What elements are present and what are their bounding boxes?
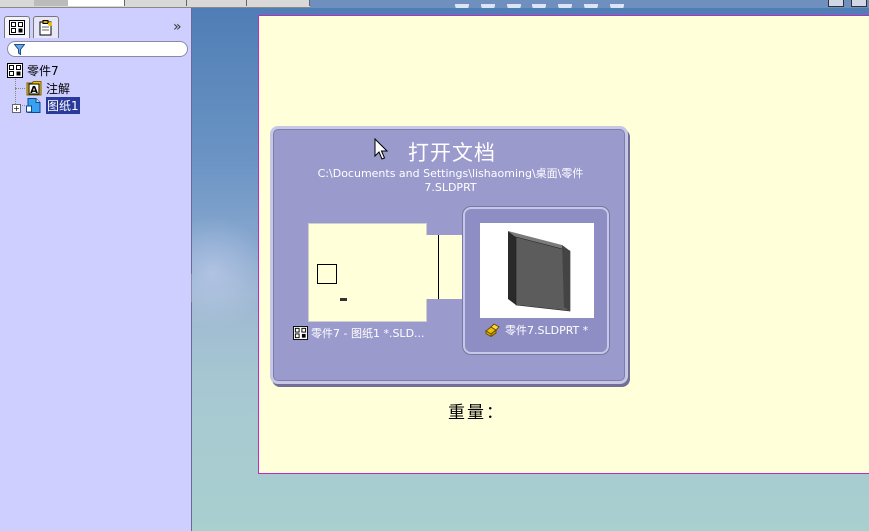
tree-item-label: 图纸1: [46, 96, 80, 114]
filter-funnel-icon: [14, 44, 25, 55]
minimize-button[interactable]: [828, 0, 844, 7]
tree-connector: [15, 88, 25, 89]
doc-tab[interactable]: [246, 0, 310, 6]
document-item-part[interactable]: 零件7.SLDPRT *: [485, 322, 588, 338]
drawing-icon: [293, 326, 308, 340]
part-preview-block: [508, 231, 571, 312]
open-document-dialog[interactable]: 打开文档 C:\Documents and Settings\lishaomin…: [270, 126, 628, 384]
expand-node-button[interactable]: +: [12, 104, 21, 113]
sheet-icon: [26, 97, 41, 113]
doc-tab[interactable]: [34, 0, 69, 6]
doc-tab[interactable]: [0, 0, 35, 6]
document-item-drawing[interactable]: 零件7 - 图纸1 *.SLD...: [293, 325, 425, 341]
svg-text:A: A: [30, 85, 38, 96]
weight-label: 重量：: [448, 403, 505, 423]
annotations-icon: A: [26, 80, 42, 96]
doc-tab-active[interactable]: [68, 0, 125, 6]
document-item-part-selected[interactable]: 零件7.SLDPRT *: [463, 207, 609, 354]
property-manager-icon: [39, 19, 52, 35]
part-icon: [485, 323, 500, 337]
part-thumbnail: [480, 223, 594, 318]
thumbnail-note-mark: [340, 298, 347, 301]
feature-manager-pane: » 零件7 A 注解 + 图纸1: [0, 8, 192, 531]
tree-item-annotations[interactable]: A 注解: [26, 80, 70, 96]
dialog-title: 打开文档: [408, 141, 496, 165]
filter-input[interactable]: [7, 41, 188, 57]
background-texture: [192, 208, 262, 338]
tab-feature-tree[interactable]: [4, 16, 30, 38]
thumbnail-border-line: [438, 235, 439, 299]
tab-property-manager[interactable]: [33, 16, 59, 38]
drawing-icon: [7, 62, 23, 78]
tree-item-sheet[interactable]: 图纸1: [26, 96, 80, 114]
drawing-thumbnail[interactable]: [308, 223, 427, 322]
doc-tab[interactable]: [186, 0, 247, 6]
feature-tree-icon: [9, 20, 25, 35]
view-toolbar: [455, 0, 632, 8]
doc-tab[interactable]: [124, 0, 187, 6]
tree-root-label: 零件7: [27, 63, 59, 78]
top-toolbar-strip: [0, 0, 869, 8]
tree-root-item[interactable]: 零件7: [7, 62, 59, 78]
expand-pane-button[interactable]: »: [173, 19, 181, 35]
document-path: C:\Documents and Settings\lishaoming\桌面\…: [317, 167, 584, 194]
drawing-thumbnail-edge: [425, 235, 463, 299]
document-item-label: 零件7 - 图纸1 *.SLD...: [311, 327, 425, 340]
thumbnail-view-box: [317, 264, 337, 284]
document-tabs-strip: [0, 0, 310, 8]
mouse-pointer-icon: [374, 138, 388, 160]
tree-item-label: 注解: [46, 81, 71, 96]
restore-button[interactable]: [851, 0, 867, 7]
document-item-label: 零件7.SLDPRT *: [505, 324, 589, 337]
